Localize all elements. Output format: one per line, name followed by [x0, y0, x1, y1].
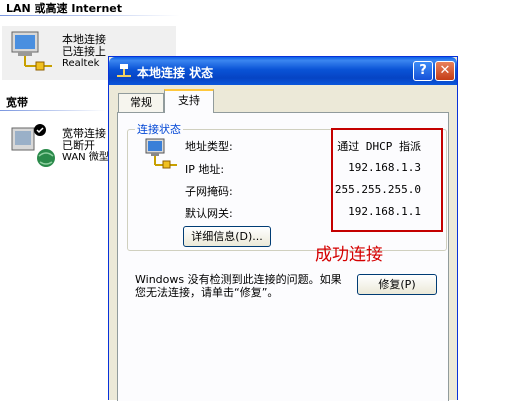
tab-general[interactable]: 常规 [118, 93, 164, 112]
ip-address-label: IP 地址: [185, 163, 225, 176]
broadband-connection-status: 已断开 [62, 139, 95, 152]
dialog-title: 本地连接 状态 [137, 66, 214, 80]
default-gateway-label: 默认网关: [185, 207, 233, 220]
diagnosis-text-line: 您无法连接，请单击“修复”。 [135, 286, 279, 299]
lan-connection-status: 已连接上 [62, 45, 106, 58]
highlight-annotation-box [331, 128, 443, 232]
group-divider [0, 15, 180, 16]
broadband-connection-icon[interactable] [8, 122, 58, 170]
network-connection-icon [117, 64, 131, 77]
close-button[interactable]: ✕ [435, 61, 455, 81]
network-connection-icon [11, 31, 52, 71]
dialog-titlebar[interactable]: 本地连接 状态 ? ✕ [109, 57, 457, 85]
details-button[interactable]: 详细信息(D)... [183, 226, 271, 247]
broadband-connection-device: WAN 微型 [62, 152, 109, 163]
diagnosis-text-line: Windows 没有检测到此连接的问题。如果 [135, 273, 342, 286]
connection-status-dialog: 本地连接 状态 ? ✕ 常规 支持 连接状态 地址类型: 通过 DHCP 指派 … [108, 56, 458, 401]
lan-group-header: LAN 或高速 Internet [6, 2, 123, 15]
subnet-mask-label: 子网掩码: [185, 185, 233, 198]
broadband-group-header: 宽带 [6, 96, 28, 109]
tab-support[interactable]: 支持 [164, 89, 214, 113]
help-button[interactable]: ? [413, 61, 433, 81]
lan-connection-device: Realtek [62, 58, 100, 69]
network-adapter-icon [145, 138, 177, 169]
repair-button[interactable]: 修复(P) [357, 274, 437, 295]
success-annotation: 成功连接 [315, 245, 383, 265]
group-divider [0, 110, 106, 111]
address-type-label: 地址类型: [185, 140, 233, 153]
diagnosis-text: Windows 没有检测到此连接的问题。如果 您无法连接，请单击“修复”。 [135, 273, 342, 299]
connection-status-label: 连接状态 [135, 121, 183, 137]
